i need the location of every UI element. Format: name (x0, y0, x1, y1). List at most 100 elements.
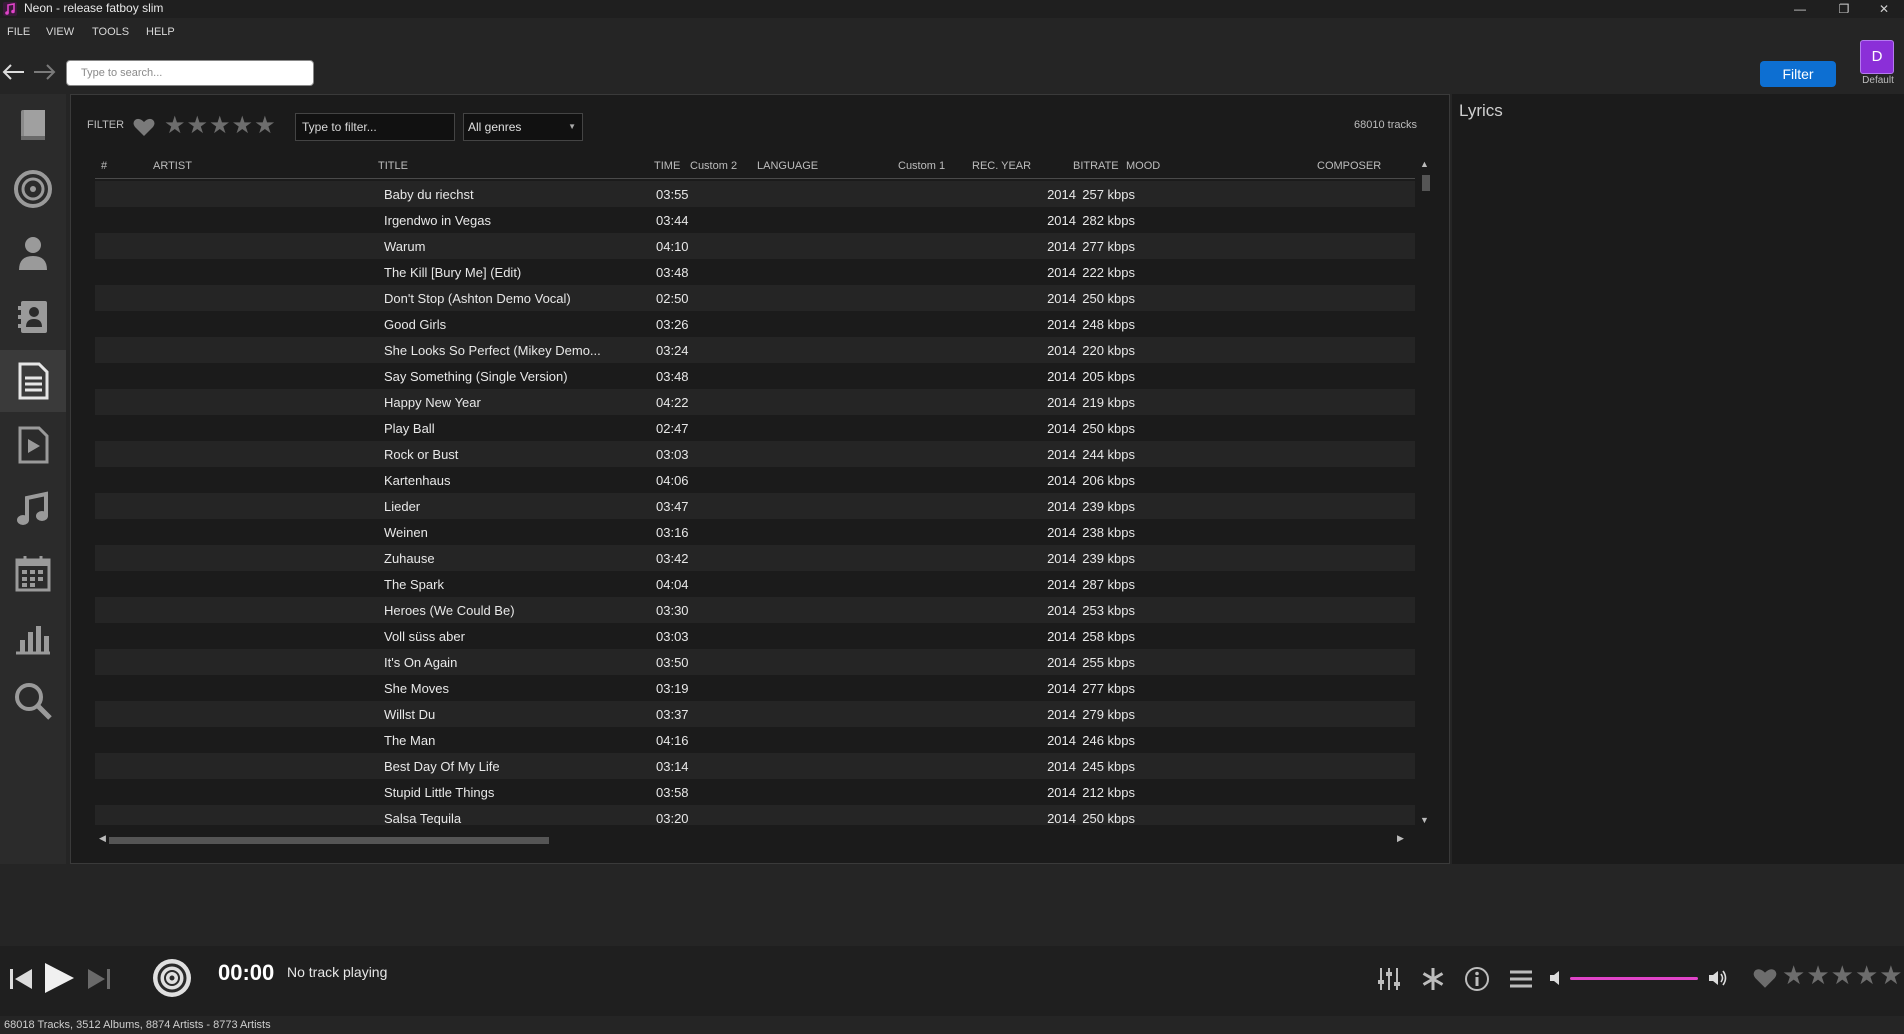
restore-button[interactable]: ❐ (1824, 0, 1864, 18)
rating-filter[interactable]: ★ ★ ★ ★ ★ (164, 114, 276, 138)
table-row[interactable]: Rock or Bust 03:03 2014 244 kbps (95, 441, 1415, 467)
menu-help[interactable]: HELP (146, 26, 175, 38)
table-row[interactable]: Play Ball 02:47 2014 250 kbps (95, 415, 1415, 441)
table-row[interactable]: Baby du riechst 03:55 2014 257 kbps (95, 181, 1415, 207)
sidebar-item-videos[interactable] (0, 414, 66, 476)
volume-high-icon[interactable] (1708, 968, 1728, 988)
artist-icon (19, 237, 47, 270)
search-input[interactable] (67, 61, 313, 85)
minimize-button[interactable]: — (1780, 0, 1820, 18)
avatar[interactable]: D (1860, 40, 1894, 74)
scroll-left-icon[interactable]: ◀ (99, 833, 106, 844)
column-mood[interactable]: MOOD (1126, 160, 1160, 172)
column-number[interactable]: # (101, 160, 107, 172)
filter-button[interactable]: Filter (1760, 61, 1836, 87)
info-icon[interactable] (1464, 966, 1490, 992)
sidebar-item-search[interactable] (0, 670, 66, 732)
volume-slider[interactable] (1570, 977, 1698, 980)
sidebar-item-calendar[interactable] (0, 542, 66, 604)
filter-input[interactable] (296, 114, 454, 140)
sidebar-item-library[interactable] (0, 94, 66, 156)
table-row[interactable]: Happy New Year 04:22 2014 219 kbps (95, 389, 1415, 415)
table-row[interactable]: The Man 04:16 2014 246 kbps (95, 727, 1415, 753)
next-icon[interactable] (86, 966, 112, 992)
star-icon[interactable]: ★ (164, 114, 186, 138)
menu-view[interactable]: VIEW (46, 26, 74, 38)
track-time: 03:55 (656, 187, 689, 202)
table-row[interactable]: Zuhause 03:42 2014 239 kbps (95, 545, 1415, 571)
table-row[interactable]: Best Day Of My Life 03:14 2014 245 kbps (95, 753, 1415, 779)
column-bitrate[interactable]: BITRATE (1073, 160, 1119, 172)
scroll-up-icon[interactable]: ▲ (1420, 159, 1429, 169)
table-row[interactable]: She Moves 03:19 2014 277 kbps (95, 675, 1415, 701)
column-time[interactable]: TIME (654, 160, 680, 172)
table-row[interactable]: Heroes (We Could Be) 03:30 2014 253 kbps (95, 597, 1415, 623)
volume-low-icon[interactable] (1548, 970, 1564, 986)
table-row[interactable]: She Looks So Perfect (Mikey Demo... 03:24… (95, 337, 1415, 363)
equalizer-icon[interactable] (1376, 966, 1402, 992)
table-row[interactable]: The Kill [Bury Me] (Edit) 03:48 2014 222 kb… (95, 259, 1415, 285)
star-icon[interactable]: ★ (1855, 962, 1878, 988)
forward-arrow-icon[interactable] (32, 62, 58, 82)
previous-icon[interactable] (8, 966, 34, 992)
table-row[interactable]: The Spark 04:04 2014 287 kbps (95, 571, 1415, 597)
column-title[interactable]: TITLE (378, 160, 408, 172)
table-row[interactable]: Warum 04:10 2014 277 kbps (95, 233, 1415, 259)
star-icon[interactable]: ★ (1806, 962, 1829, 988)
table-row[interactable]: Weinen 03:16 2014 238 kbps (95, 519, 1415, 545)
column-custom1[interactable]: Custom 1 (898, 160, 945, 172)
sidebar-item-playlists[interactable] (0, 350, 66, 412)
star-icon[interactable]: ★ (1782, 962, 1805, 988)
effects-icon[interactable] (1420, 966, 1446, 992)
scroll-down-icon[interactable]: ▼ (1420, 815, 1429, 825)
star-icon[interactable]: ★ (232, 114, 254, 138)
scroll-right-icon[interactable]: ▶ (1397, 833, 1404, 844)
table-row[interactable]: Say Something (Single Version) 03:48 2014 2… (95, 363, 1415, 389)
column-language[interactable]: LANGUAGE (757, 160, 818, 172)
column-artist[interactable]: ARTIST (153, 160, 192, 172)
table-row[interactable]: Good Girls 03:26 2014 248 kbps (95, 311, 1415, 337)
horizontal-scroll-thumb[interactable] (109, 837, 549, 844)
star-icon[interactable]: ★ (1879, 962, 1902, 988)
star-icon[interactable]: ★ (187, 114, 209, 138)
star-icon[interactable]: ★ (254, 114, 276, 138)
table-row[interactable]: Voll süss aber 03:03 2014 258 kbps (95, 623, 1415, 649)
menu-tools[interactable]: TOOLS (92, 26, 129, 38)
vertical-scroll-thumb[interactable] (1422, 175, 1430, 191)
horizontal-scrollbar[interactable]: ◀ ▶ (95, 833, 1411, 847)
sidebar-item-artists[interactable] (0, 222, 66, 284)
favorite-heart-icon[interactable] (1752, 966, 1778, 990)
table-row[interactable]: Lieder 03:47 2014 239 kbps (95, 493, 1415, 519)
table-row[interactable]: Willst Du 03:37 2014 279 kbps (95, 701, 1415, 727)
column-composer[interactable]: COMPOSER (1317, 160, 1381, 172)
table-row[interactable]: Kartenhaus 04:06 2014 206 kbps (95, 467, 1415, 493)
table-row[interactable]: Salsa Tequila 03:20 2014 250 kbps (95, 805, 1415, 825)
play-icon[interactable] (42, 961, 76, 995)
track-title: Warum (384, 239, 426, 254)
track-rating[interactable]: ★ ★ ★ ★ ★ (1782, 962, 1903, 988)
star-icon[interactable]: ★ (1831, 962, 1854, 988)
vertical-scrollbar[interactable]: ▲ ▼ (1419, 159, 1433, 829)
table-row[interactable]: Don't Stop (Ashton Demo Vocal) 02:50 2014 2… (95, 285, 1415, 311)
heart-icon[interactable] (132, 117, 156, 137)
close-button[interactable]: ✕ (1864, 0, 1904, 18)
column-rec-year[interactable]: REC. YEAR (972, 160, 1031, 172)
star-icon[interactable]: ★ (209, 114, 231, 138)
track-title: The Kill [Bury Me] (Edit) (384, 265, 522, 280)
track-title: Salsa Tequila (384, 811, 462, 825)
back-arrow-icon[interactable] (0, 62, 26, 82)
table-row[interactable]: It's On Again 03:50 2014 255 kbps (95, 649, 1415, 675)
track-bitrate: 206 kbps (1082, 473, 1135, 488)
queue-icon[interactable] (1508, 966, 1534, 992)
sidebar-item-statistics[interactable] (0, 606, 66, 668)
menu-file[interactable]: FILE (7, 26, 30, 38)
table-row[interactable]: Irgendwo in Vegas 03:44 2014 282 kbps (95, 207, 1415, 233)
sidebar-item-songs[interactable] (0, 478, 66, 540)
sidebar-item-albums[interactable] (0, 158, 66, 220)
track-time: 03:20 (656, 811, 689, 825)
sidebar-item-contacts[interactable] (0, 286, 66, 348)
table-row[interactable]: Stupid Little Things 03:58 2014 212 kbps (95, 779, 1415, 805)
genre-dropdown[interactable]: All genres ▼ (463, 113, 583, 141)
column-custom2[interactable]: Custom 2 (690, 160, 737, 172)
filter-label: FILTER (87, 119, 125, 131)
